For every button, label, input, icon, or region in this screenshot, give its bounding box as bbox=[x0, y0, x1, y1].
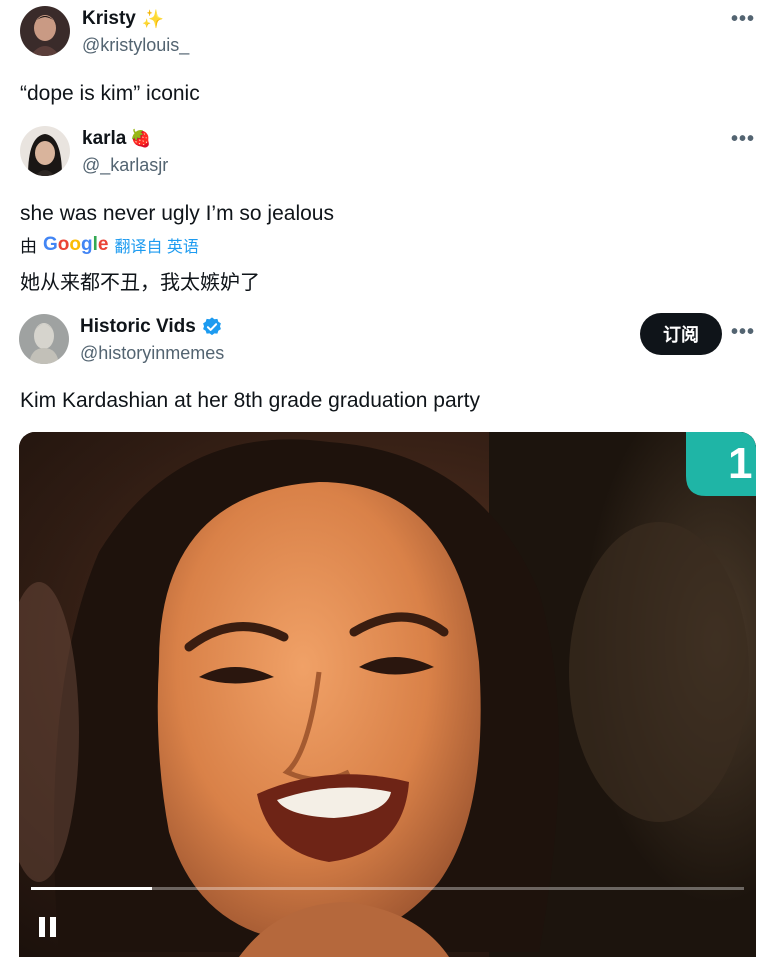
user-handle[interactable]: @historyinmemes bbox=[80, 343, 224, 364]
user-handle[interactable]: @_karlasjr bbox=[82, 155, 168, 176]
display-name-row: karla 🍓 bbox=[82, 128, 152, 150]
video-progress-bar[interactable] bbox=[31, 887, 744, 890]
pause-icon[interactable] bbox=[37, 915, 59, 939]
display-name[interactable]: Kristy bbox=[82, 8, 136, 30]
video-progress-fill bbox=[31, 887, 153, 890]
video-frame bbox=[19, 432, 756, 957]
subscribe-button[interactable]: 订阅 bbox=[640, 313, 722, 355]
avatar-kristy[interactable] bbox=[20, 6, 70, 56]
more-options-button[interactable]: ••• bbox=[731, 129, 755, 149]
channel-logo-icon: 1 bbox=[686, 432, 756, 496]
more-options-button[interactable]: ••• bbox=[731, 9, 755, 29]
translation-link[interactable]: 翻译自 英语 bbox=[114, 233, 198, 257]
translated-text: 她从来都不丑，我太嫉妒了 bbox=[20, 270, 260, 294]
more-options-button[interactable]: ••• bbox=[731, 322, 755, 342]
avatar-karla[interactable] bbox=[20, 126, 70, 176]
strawberry-icon: 🍓 bbox=[130, 129, 152, 148]
channel-number: 1 bbox=[728, 439, 752, 488]
display-name[interactable]: karla bbox=[82, 128, 126, 150]
sparkles-icon: ✨ bbox=[141, 8, 165, 29]
user-handle[interactable]: @kristylouis_ bbox=[82, 35, 189, 56]
display-name-row: Historic Vids bbox=[80, 316, 223, 338]
tweet-text: Kim Kardashian at her 8th grade graduati… bbox=[20, 389, 480, 412]
google-logo: Google bbox=[43, 233, 109, 255]
verified-badge-icon bbox=[202, 317, 221, 336]
display-name[interactable]: Historic Vids bbox=[80, 316, 196, 338]
user-avatar-icon bbox=[20, 6, 70, 56]
video-player[interactable]: 1 bbox=[19, 432, 756, 957]
bust-avatar-icon bbox=[19, 314, 69, 364]
translation-prefix: 由 bbox=[20, 237, 37, 256]
translation-attribution[interactable]: 由 Google 翻译自 英语 bbox=[20, 232, 199, 257]
tweet-text: she was never ugly I’m so jealous bbox=[20, 202, 334, 225]
avatar-historic-vids[interactable] bbox=[19, 314, 69, 364]
display-name-row: Kristy ✨ bbox=[82, 8, 164, 30]
user-avatar-icon bbox=[20, 126, 70, 176]
tweet-text: “dope is kim” iconic bbox=[20, 82, 200, 105]
